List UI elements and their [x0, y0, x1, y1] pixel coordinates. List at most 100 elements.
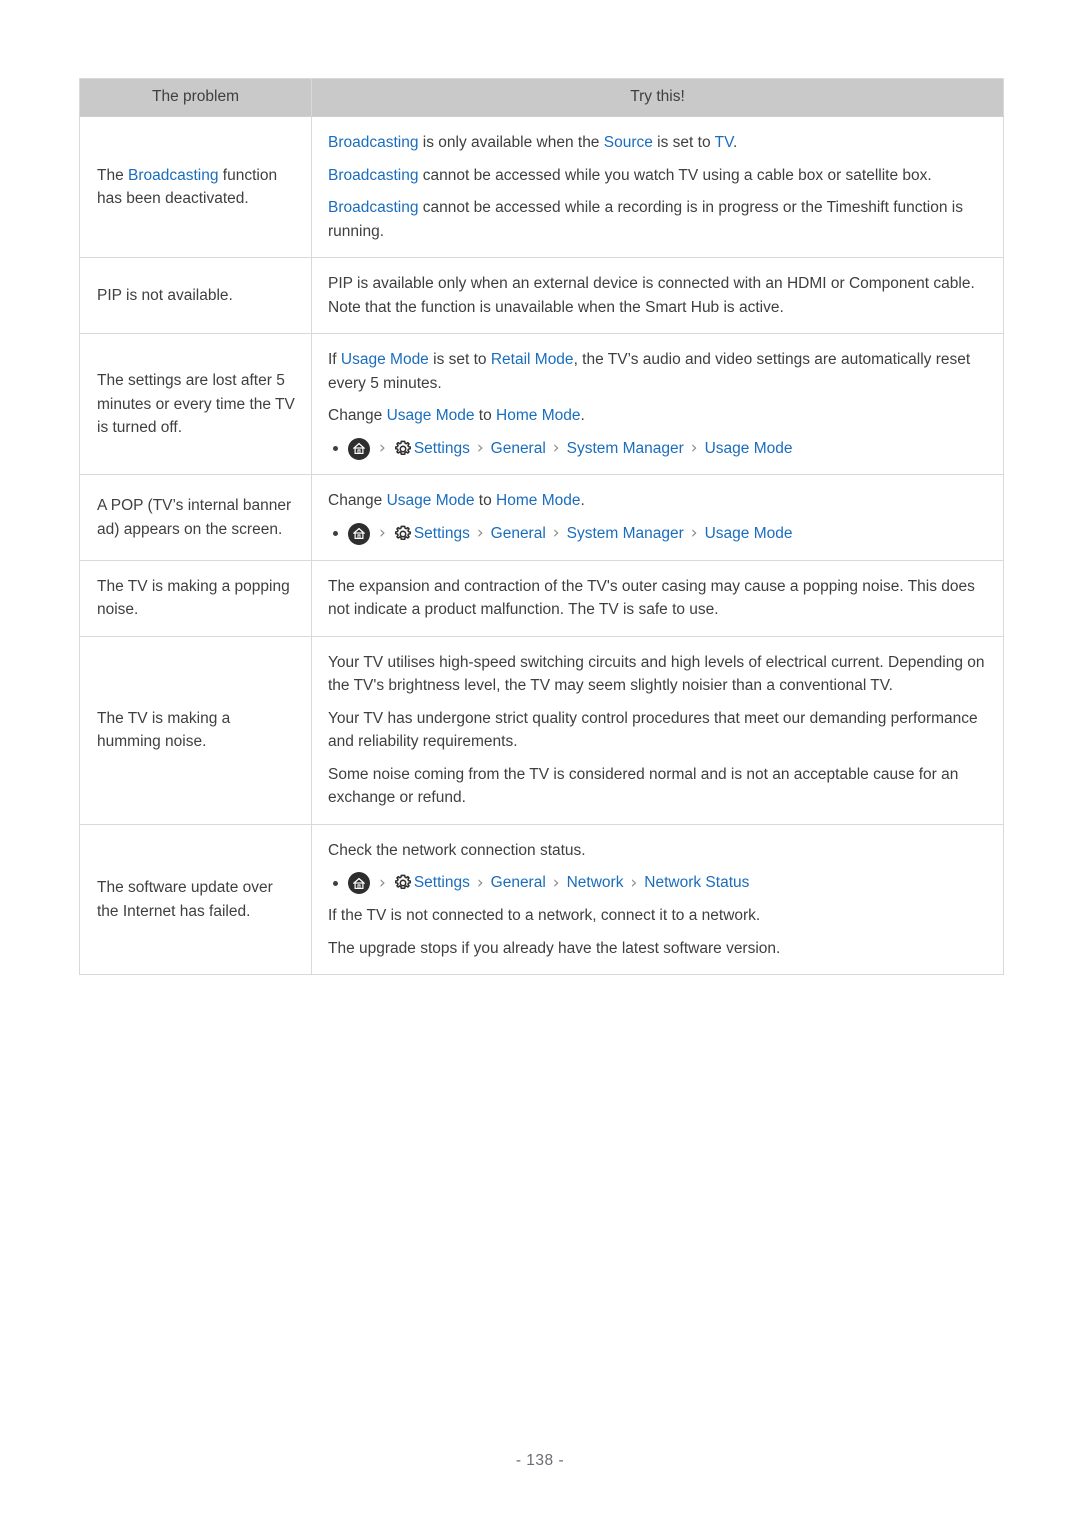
inline-text: If	[328, 351, 341, 369]
solution-line: If the TV is not connected to a network,…	[328, 904, 987, 928]
chevron-right-icon: ›	[379, 872, 386, 893]
table-row: A POP (TV’s internal banner ad) appears …	[79, 474, 1004, 561]
column-header-problem: The problem	[79, 78, 312, 117]
inline-text: The TV is making a humming noise.	[97, 709, 231, 751]
problem-cell: The TV is making a popping noise.	[79, 559, 312, 637]
solution-cell: Change Usage Mode to Home Mode. › Settings…	[311, 474, 1004, 561]
inline-text: to	[474, 407, 497, 425]
inline-text: A POP (TV’s internal banner ad) appears …	[97, 496, 292, 538]
inline-text: PIP is not available.	[97, 286, 233, 304]
problem-text: The TV is making a popping noise.	[97, 575, 297, 622]
menu-path-breadcrumb: › Settings › General › System Manager › Usage M…	[328, 522, 987, 546]
chevron-right-icon: ›	[379, 438, 386, 459]
table-body: The Broadcasting function has been deact…	[79, 115, 1004, 976]
troubleshooting-table-wrapper: The problem Try this! The Broadcasting f…	[79, 78, 1004, 976]
chevron-right-icon: ›	[476, 438, 484, 459]
inline-text: .	[580, 407, 585, 425]
table-header-row: The problem Try this!	[79, 78, 1004, 117]
chevron-right-icon: ›	[476, 523, 484, 544]
inline-text: cannot be accessed while a recording is …	[328, 199, 963, 240]
solution-line: Change Usage Mode to Home Mode.	[328, 404, 987, 428]
inline-text: The software update over the Internet ha…	[97, 878, 273, 920]
inline-text: The settings are lost after 5 minutes or…	[97, 372, 295, 437]
inline-text: If the TV is not connected to a network,…	[328, 907, 761, 925]
menu-path-step[interactable]: General	[491, 871, 546, 895]
problem-cell: The Broadcasting function has been deact…	[79, 115, 312, 259]
menu-path-step[interactable]: Network Status	[644, 871, 749, 895]
solution-line: If Usage Mode is set to Retail Mode, the…	[328, 348, 987, 395]
menu-path-step[interactable]: Usage Mode	[705, 522, 793, 546]
inline-text: The expansion and contraction of the TV'…	[328, 577, 975, 619]
inline-link[interactable]: Broadcasting	[328, 199, 418, 216]
inline-link[interactable]: Home Mode	[496, 492, 580, 509]
problem-cell: The settings are lost after 5 minutes or…	[79, 333, 312, 476]
solution-line: Your TV utilises high-speed switching ci…	[328, 651, 987, 698]
menu-path-step[interactable]: Usage Mode	[705, 437, 793, 461]
problem-cell: A POP (TV’s internal banner ad) appears …	[79, 474, 312, 561]
inline-text: Your TV utilises high-speed switching ci…	[328, 653, 985, 695]
gear-icon[interactable]	[393, 524, 413, 544]
table-header: The problem Try this!	[79, 78, 1004, 117]
inline-text: is only available when the	[418, 134, 604, 151]
inline-link[interactable]: Usage Mode	[341, 351, 429, 368]
table-row: The TV is making a humming noise. Your TV…	[79, 635, 1004, 825]
column-header-try-this: Try this!	[311, 78, 1004, 117]
solution-line: PIP is available only when an external d…	[328, 272, 987, 319]
inline-link[interactable]: Usage Mode	[387, 492, 475, 509]
inline-link[interactable]: Home Mode	[496, 407, 580, 424]
problem-text: The Broadcasting function has been deact…	[97, 164, 297, 211]
menu-path-breadcrumb: › Settings › General › Network › Network Status	[328, 871, 987, 895]
inline-link[interactable]: TV	[715, 134, 733, 151]
problem-text: PIP is not available.	[97, 284, 297, 308]
inline-text: Change	[328, 407, 387, 425]
home-icon[interactable]	[348, 872, 370, 895]
inline-link[interactable]: Broadcasting	[328, 167, 418, 184]
home-icon[interactable]	[348, 437, 370, 460]
inline-link[interactable]: Retail Mode	[491, 351, 574, 368]
inline-link[interactable]: Broadcasting	[128, 167, 218, 184]
solution-cell: PIP is available only when an external d…	[311, 257, 1004, 335]
solution-line: Broadcasting cannot be accessed while a …	[328, 196, 987, 243]
problem-cell: The software update over the Internet ha…	[79, 823, 312, 976]
bullet-marker	[333, 531, 338, 537]
solution-line: Broadcasting cannot be accessed while yo…	[328, 164, 987, 188]
solution-cell: Check the network connection status. › Set…	[311, 823, 1004, 976]
solution-cell: If Usage Mode is set to Retail Mode, the…	[311, 333, 1004, 476]
chevron-right-icon: ›	[552, 523, 560, 544]
menu-path-breadcrumb: › Settings › General › System Manager › Usage M…	[328, 437, 987, 461]
table-row: The TV is making a popping noise. The exp…	[79, 559, 1004, 637]
troubleshooting-table: The problem Try this! The Broadcasting f…	[79, 78, 1004, 976]
chevron-right-icon: ›	[379, 523, 386, 544]
inline-link[interactable]: Usage Mode	[387, 407, 475, 424]
problem-text: The settings are lost after 5 minutes or…	[97, 369, 297, 440]
gear-icon[interactable]	[393, 873, 413, 893]
gear-icon[interactable]	[393, 439, 413, 459]
inline-text: is set to	[428, 351, 491, 369]
solution-line: Your TV has undergone strict quality con…	[328, 707, 987, 754]
home-icon[interactable]	[348, 522, 370, 545]
solution-line: The upgrade stops if you already have th…	[328, 937, 987, 961]
menu-path-step[interactable]: System Manager	[567, 522, 684, 546]
menu-path-step[interactable]: Network	[567, 871, 624, 895]
menu-path-step[interactable]: Settings	[414, 871, 470, 895]
problem-cell: The TV is making a humming noise.	[79, 635, 312, 825]
menu-path-step[interactable]: General	[491, 437, 546, 461]
table-row: The software update over the Internet ha…	[79, 823, 1004, 976]
problem-text: The TV is making a humming noise.	[97, 707, 297, 754]
menu-path-step[interactable]: System Manager	[567, 437, 684, 461]
inline-text: Some noise coming from the TV is conside…	[328, 765, 959, 807]
chevron-right-icon: ›	[690, 438, 698, 459]
inline-text: Check the network connection status.	[328, 841, 586, 859]
inline-text: is set to	[652, 134, 715, 151]
inline-text: Your TV has undergone strict quality con…	[328, 709, 978, 751]
inline-link[interactable]: Source	[604, 134, 653, 151]
bullet-marker	[333, 880, 338, 886]
solution-line: Change Usage Mode to Home Mode.	[328, 489, 987, 513]
menu-path-step[interactable]: Settings	[414, 437, 470, 461]
inline-text: to	[474, 492, 497, 510]
inline-link[interactable]: Broadcasting	[328, 134, 418, 151]
table-row: The settings are lost after 5 minutes or…	[79, 333, 1004, 476]
table-row: PIP is not available. PIP is available on…	[79, 257, 1004, 335]
menu-path-step[interactable]: Settings	[414, 522, 470, 546]
menu-path-step[interactable]: General	[491, 522, 546, 546]
